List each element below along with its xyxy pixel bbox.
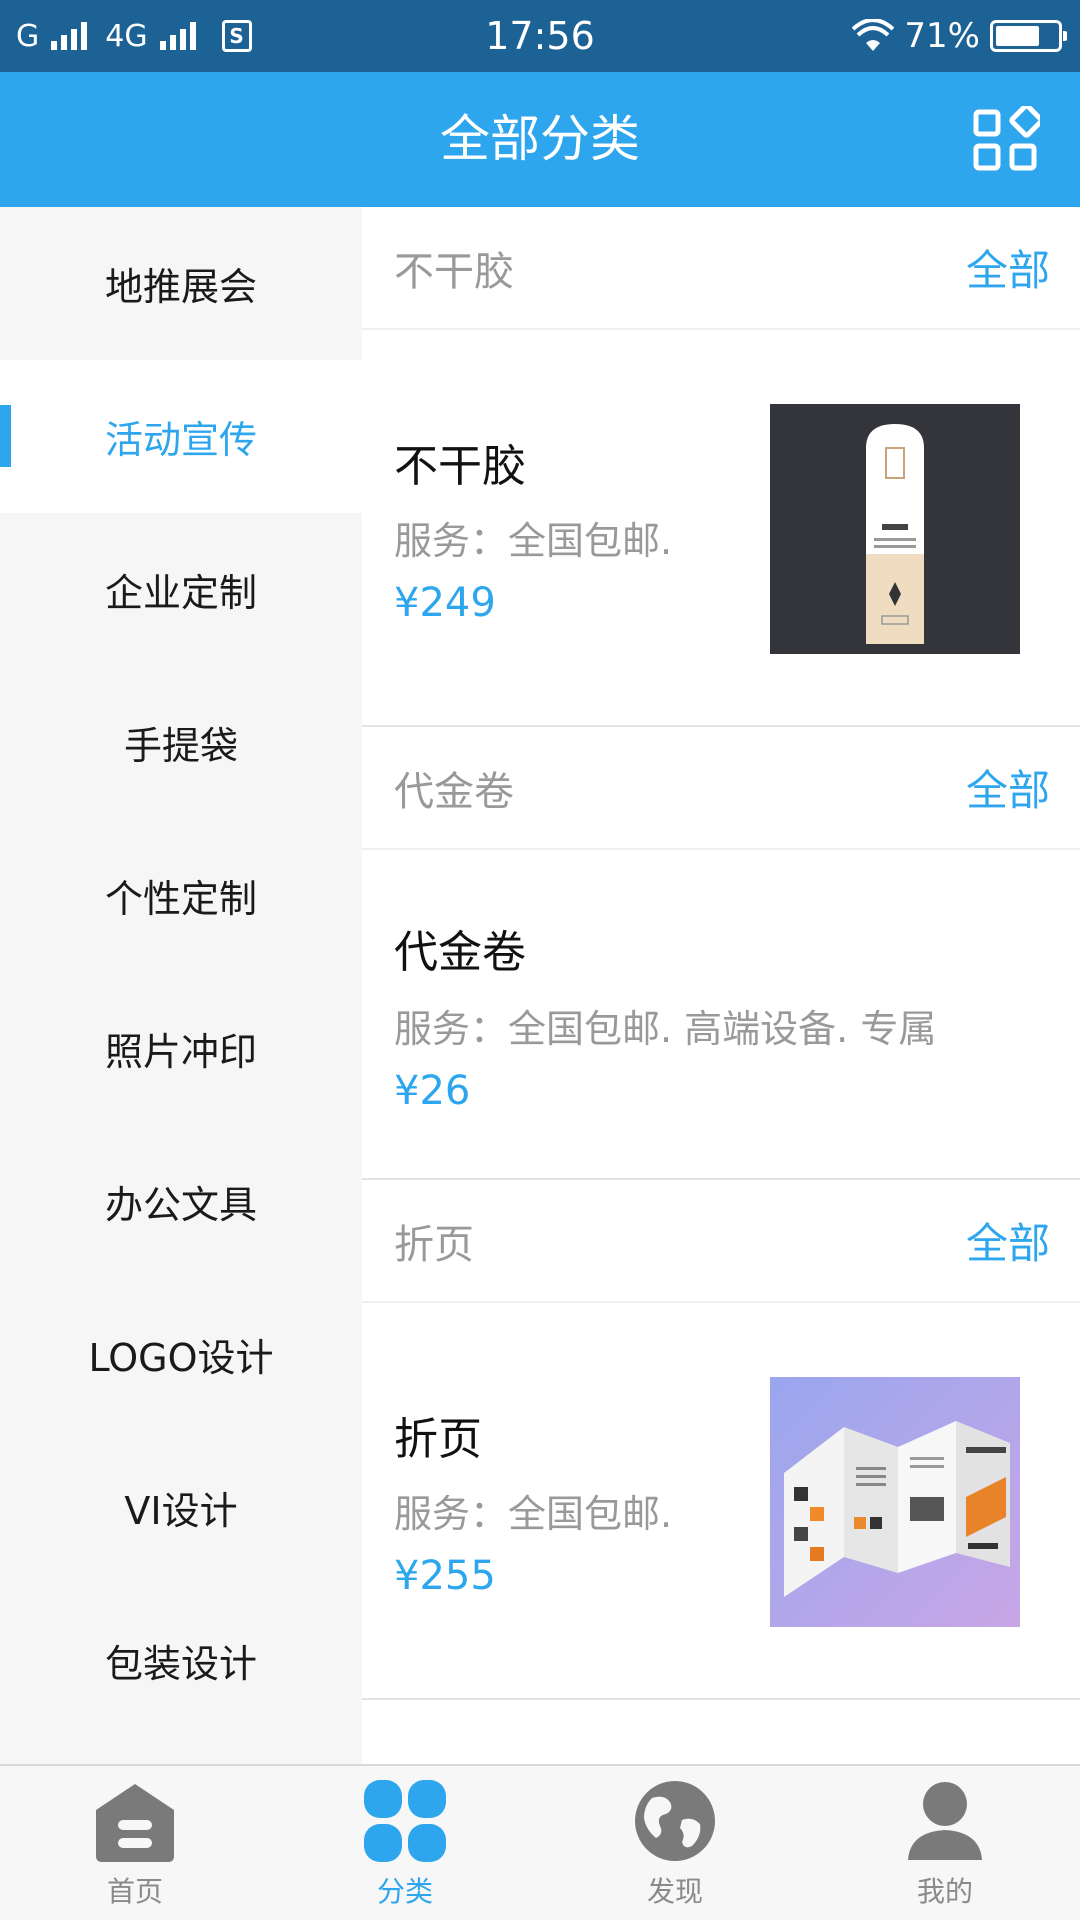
tab-category[interactable]: 分类	[270, 1766, 540, 1920]
product-name: 不干胶	[394, 441, 526, 492]
product-service: 服务：全国包邮. 高端设备. 专属	[394, 1007, 937, 1051]
tab-bar: 首页 分类 发现 我的	[0, 1764, 1080, 1920]
page-title: 全部分类	[440, 110, 640, 168]
sidebar-item-2[interactable]: 企业定制	[0, 513, 362, 666]
view-all-link[interactable]: 全部	[966, 1210, 1050, 1271]
header: 全部分类	[0, 72, 1080, 207]
tab-label: 首页	[106, 1875, 163, 1908]
product-list: 不干胶 全部 不干胶 服务：全国包邮. ¥249 代金卷 全部 代金卷 服务：全…	[362, 207, 1080, 1764]
product-price: ¥249	[394, 580, 496, 626]
product-image-brochure	[770, 1377, 1020, 1627]
product-card[interactable]: 不干胶 服务：全国包邮. ¥249	[362, 330, 1080, 727]
status-right: 71%	[852, 0, 1067, 72]
tab-home[interactable]: 首页	[0, 1766, 270, 1920]
sidebar-item-8[interactable]: VI设计	[0, 1431, 362, 1584]
section-header	[362, 1700, 1080, 1764]
tab-discover[interactable]: 发现	[540, 1766, 810, 1920]
sidebar-item-5[interactable]: 照片冲印	[0, 972, 362, 1125]
sidebar-item-9[interactable]: 包装设计	[0, 1584, 362, 1737]
product-service: 服务：全国包邮.	[394, 519, 673, 563]
sidebar-item-4[interactable]: 个性定制	[0, 819, 362, 972]
product-price: ¥255	[394, 1553, 496, 1599]
product-image-sticker	[770, 404, 1020, 654]
battery-percent: 71%	[904, 16, 980, 56]
section-header: 不干胶 全部	[362, 207, 1080, 330]
view-all-link[interactable]: 全部	[966, 757, 1050, 818]
tab-label: 我的	[916, 1875, 973, 1908]
product-card[interactable]: 代金卷 服务：全国包邮. 高端设备. 专属 ¥26	[362, 850, 1080, 1180]
wifi-icon	[852, 19, 895, 51]
section-title: 折页	[394, 1221, 474, 1268]
user-icon	[908, 1782, 982, 1860]
home-icon	[96, 1784, 174, 1862]
grid-icon[interactable]	[972, 106, 1040, 174]
tab-label: 发现	[646, 1875, 703, 1908]
view-all-link[interactable]: 全部	[966, 237, 1050, 298]
product-card[interactable]: 折页 服务：全国包邮. ¥255	[362, 1303, 1080, 1700]
category-icon	[364, 1780, 446, 1862]
sidebar-item-1[interactable]: 活动宣传	[0, 360, 362, 513]
globe-icon	[635, 1781, 715, 1861]
status-bar: G 4G S 17:56 71%	[0, 0, 1080, 72]
tab-label: 分类	[376, 1875, 433, 1908]
product-service: 服务：全国包邮.	[394, 1492, 673, 1536]
category-sidebar: 地推展会 活动宣传 企业定制 手提袋 个性定制 照片冲印 办公文具 LOGO设计…	[0, 207, 362, 1764]
section-header: 代金卷 全部	[362, 727, 1080, 850]
sidebar-item-0[interactable]: 地推展会	[0, 207, 362, 360]
sidebar-item-3[interactable]: 手提袋	[0, 666, 362, 819]
section-title: 不干胶	[394, 248, 514, 295]
sidebar-item-6[interactable]: 办公文具	[0, 1125, 362, 1278]
product-name: 折页	[394, 1414, 482, 1465]
sidebar-item-7[interactable]: LOGO设计	[0, 1278, 362, 1431]
section-header: 折页 全部	[362, 1180, 1080, 1303]
battery-icon	[990, 20, 1067, 52]
section-title: 代金卷	[394, 768, 514, 815]
product-name: 代金卷	[394, 927, 526, 978]
tab-mine[interactable]: 我的	[810, 1766, 1080, 1920]
product-price: ¥26	[394, 1068, 471, 1114]
